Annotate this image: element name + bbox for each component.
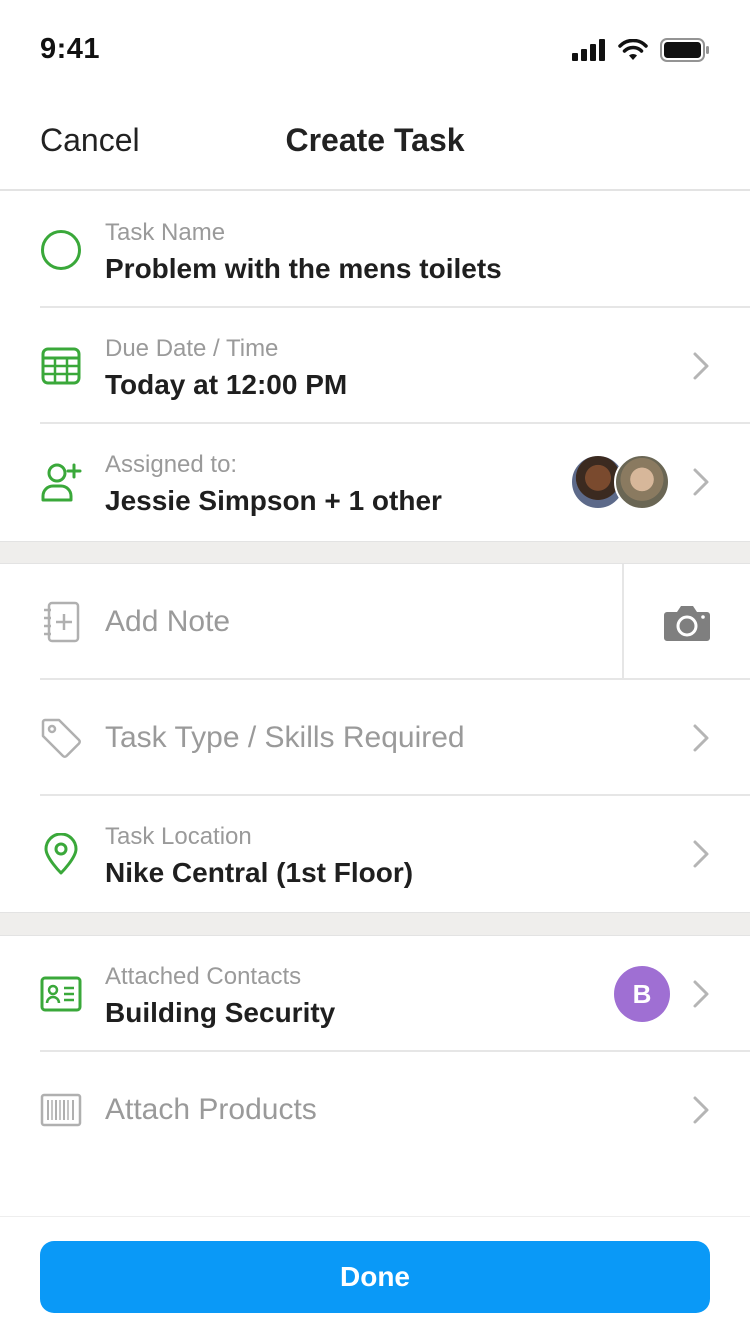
due-date-row[interactable]: Due Date / Time Today at 12:00 PM [0,308,750,424]
status-time: 9:41 [40,33,101,65]
task-location-row[interactable]: Task Location Nike Central (1st Floor) [0,796,750,912]
camera-icon[interactable] [663,602,711,642]
status-icons [572,38,710,62]
task-name-label: Task Name [105,219,226,246]
due-date-label: Due Date / Time [105,335,279,362]
avatar [614,454,670,510]
contact-avatar-badge: B [614,966,670,1022]
add-note-placeholder[interactable]: Add Note [105,605,230,639]
contact-card-icon [40,973,82,1015]
section-separator [0,541,750,564]
task-type-row[interactable]: Task Type / Skills Required [0,680,750,796]
chevron-right-icon [693,980,709,1008]
attach-products-row[interactable]: Attach Products [0,1052,750,1168]
note-icon [40,601,82,643]
camera-button[interactable] [622,564,750,680]
section-separator [0,912,750,936]
battery-icon [660,38,709,62]
circle-check-icon[interactable] [40,229,82,271]
cellular-icon [572,39,605,61]
assigned-label: Assigned to: [105,451,238,478]
cancel-button[interactable]: Cancel [40,122,140,159]
task-location-label: Task Location [105,823,252,850]
chevron-right-icon [693,468,709,496]
nav-bar: Create Task Cancel [0,100,750,191]
task-name-row[interactable]: Task Name Problem with the mens toilets [0,192,750,308]
user-add-icon [40,461,82,503]
add-note-row[interactable]: Add Note [0,564,750,680]
tag-icon [40,717,82,759]
assigned-value: Jessie Simpson + 1 other [105,485,442,516]
wifi-icon [618,39,648,60]
assignee-avatars [570,454,670,510]
chevron-right-icon [693,352,709,380]
attached-contacts-row[interactable]: Attached Contacts Building Security B [0,936,750,1052]
done-button[interactable]: Done [40,1241,710,1313]
attached-contacts-label: Attached Contacts [105,963,302,990]
location-pin-icon [40,833,82,875]
chevron-right-icon [693,1096,709,1124]
task-location-value: Nike Central (1st Floor) [105,857,414,888]
attached-contacts-value: Building Security [105,997,336,1028]
footer: Done [0,1216,750,1334]
calendar-icon [40,345,82,387]
task-name-value[interactable]: Problem with the mens toilets [105,253,502,285]
due-date-value: Today at 12:00 PM [105,369,348,400]
assigned-row[interactable]: Assigned to: Jessie Simpson + 1 other [0,424,750,540]
chevron-right-icon [693,840,709,868]
status-bar: 9:41 [0,0,750,100]
task-type-placeholder: Task Type / Skills Required [105,721,465,754]
chevron-right-icon [693,724,709,752]
attach-products-placeholder: Attach Products [105,1093,317,1126]
barcode-icon [40,1089,82,1131]
